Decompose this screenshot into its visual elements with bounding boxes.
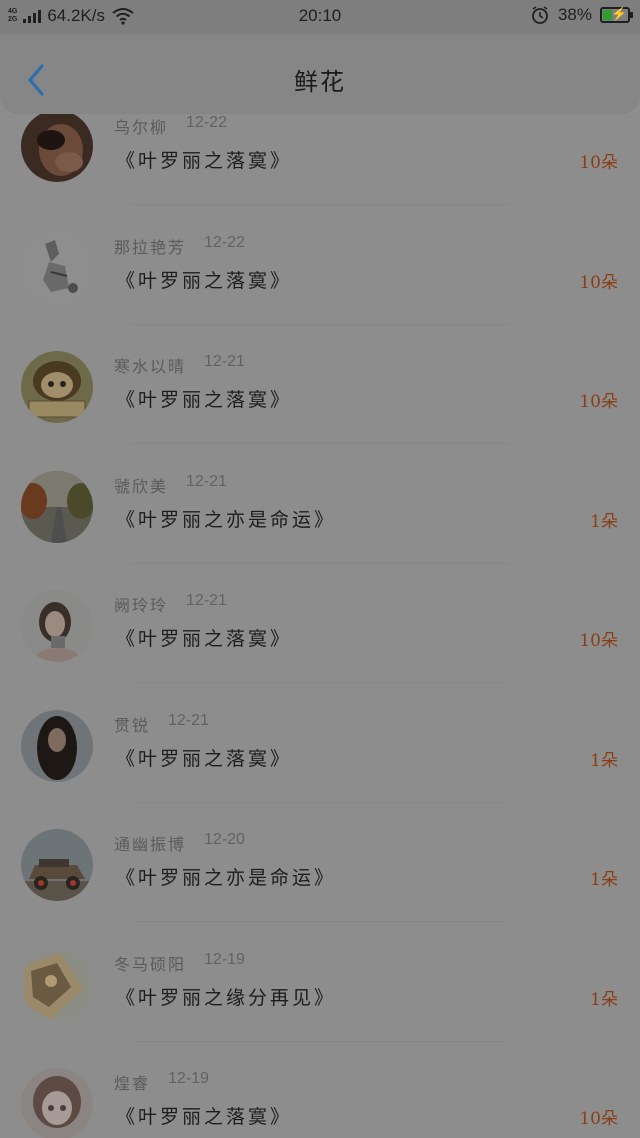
flower-count: 10朵 [579,392,618,412]
nav-header: 鲜花 [0,34,640,114]
item-meta: 通幽振博 12-20 [114,831,245,855]
book-title[interactable]: 《叶罗丽之落寞》 [116,624,292,651]
list-item[interactable]: 乌尔柳 12-22 《叶罗丽之落寞》 10朵 [0,110,640,231]
item-meta: 虢欣美 12-21 [114,473,227,497]
status-bar: 4G 2G 64.2K/s 20:10 38% ⚡ [0,0,640,34]
item-date: 12-21 [186,592,227,609]
item-meta: 那拉艳芳 12-22 [114,234,245,258]
avatar[interactable] [21,231,93,304]
divider [132,921,508,922]
item-meta: 贯锐 12-21 [114,712,209,736]
item-meta: 阙玲玲 12-21 [114,592,227,616]
book-title[interactable]: 《叶罗丽之亦是命运》 [116,505,336,532]
divider [132,801,508,803]
user-name[interactable]: 虢欣美 [114,473,168,497]
user-name[interactable]: 阙玲玲 [114,592,168,616]
divider [132,562,508,564]
book-title[interactable]: 《叶罗丽之落寞》 [116,1102,292,1129]
user-name[interactable]: 乌尔柳 [114,114,168,138]
item-date: 12-19 [168,1070,209,1087]
list-item[interactable]: 贯锐 12-21 《叶罗丽之落寞》 1朵 [0,709,640,829]
book-title[interactable]: 《叶罗丽之落寞》 [116,385,292,412]
user-name[interactable]: 那拉艳芳 [114,234,186,258]
list-item[interactable]: 煌睿 12-19 《叶罗丽之落寞》 10朵 [0,1068,640,1138]
avatar[interactable] [21,948,93,1021]
list-item[interactable]: 阙玲玲 12-21 《叶罗丽之落寞》 10朵 [0,590,640,709]
avatar[interactable] [21,709,93,782]
flower-count: 10朵 [579,272,618,293]
avatar[interactable] [21,110,93,182]
divider [132,1040,508,1042]
divider [132,323,508,325]
screen: 乌尔柳 12-22 《叶罗丽之落寞》 10朵 那拉艳芳 12-22 《叶罗丽之落… [0,0,640,1138]
item-date: 12-21 [204,353,245,370]
book-title[interactable]: 《叶罗丽之落寞》 [116,744,292,771]
alarm-icon [532,6,548,24]
list-item[interactable]: 冬马硕阳 12-19 《叶罗丽之缘分再见》 1朵 [0,948,640,1068]
book-title[interactable]: 《叶罗丽之落寞》 [116,146,292,173]
book-title[interactable]: 《叶罗丽之亦是命运》 [116,863,336,890]
user-name[interactable]: 贯锐 [114,712,150,736]
avatar[interactable] [21,351,93,423]
list-item[interactable]: 寒水以晴 12-21 《叶罗丽之落寞》 10朵 [0,351,640,470]
item-date: 12-20 [204,831,245,848]
list-item[interactable]: 虢欣美 12-21 《叶罗丽之亦是命运》 1朵 [0,470,640,590]
user-name[interactable]: 冬马硕阳 [114,951,186,975]
avatar[interactable] [21,470,93,543]
divider [132,204,508,205]
book-title[interactable]: 《叶罗丽之缘分再见》 [116,983,336,1010]
item-meta: 乌尔柳 12-22 [114,114,227,138]
user-name[interactable]: 煌睿 [114,1070,150,1094]
item-date: 12-21 [168,711,209,729]
avatar[interactable] [21,829,93,901]
avatar[interactable] [21,590,93,662]
item-meta: 冬马硕阳 12-19 [114,951,245,975]
flower-count: 10朵 [579,153,618,173]
flower-count: 1朵 [590,750,618,771]
item-date: 12-22 [186,114,227,131]
flower-count: 10朵 [579,1109,618,1129]
flower-count: 1朵 [590,870,618,890]
item-date: 12-21 [186,472,227,490]
flower-count: 1朵 [590,989,618,1010]
user-name[interactable]: 寒水以晴 [114,353,186,377]
battery-percent: 38% [557,5,592,24]
list-item[interactable]: 那拉艳芳 12-22 《叶罗丽之落寞》 10朵 [0,231,640,351]
divider [132,443,508,444]
item-meta: 寒水以晴 12-21 [114,353,245,377]
list-item[interactable]: 通幽振博 12-20 《叶罗丽之亦是命运》 1朵 [0,829,640,948]
flower-count: 1朵 [590,511,618,532]
user-name[interactable]: 通幽振博 [114,831,186,855]
divider [132,682,508,683]
battery-icon: ⚡ [600,6,633,23]
item-date: 12-22 [204,233,245,251]
avatar[interactable] [21,1068,93,1138]
book-title[interactable]: 《叶罗丽之落寞》 [116,266,292,293]
flower-count: 10朵 [579,631,618,651]
item-meta: 煌睿 12-19 [114,1070,209,1094]
item-date: 12-19 [204,950,245,968]
page-title: 鲜花 [294,68,346,96]
